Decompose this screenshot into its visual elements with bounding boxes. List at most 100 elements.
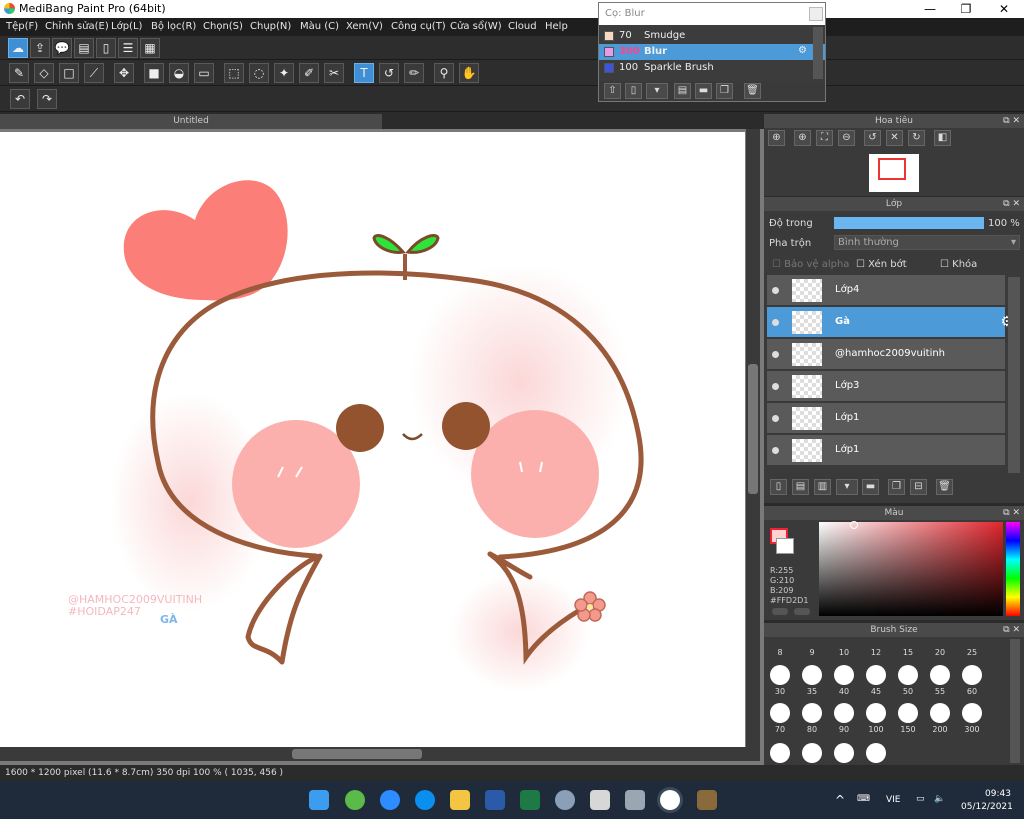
canvas-horizontal-scrollbar[interactable] xyxy=(0,747,760,761)
undo-icon[interactable]: ↶ xyxy=(10,89,30,109)
brush-size-cell[interactable]: 20 xyxy=(926,648,954,657)
navigator-viewport[interactable] xyxy=(878,158,906,180)
fit-icon[interactable]: ⛶ xyxy=(816,130,833,146)
keyboard-icon[interactable]: ⌨ xyxy=(857,794,870,804)
drawing-canvas[interactable]: @HAMHOC2009VUITINH #HOIDAP247 GÀ xyxy=(0,132,745,747)
hue-slider[interactable] xyxy=(1006,522,1020,616)
menu-file[interactable]: Tệp(F) xyxy=(6,21,38,32)
brush-size-cell[interactable]: 50 xyxy=(894,665,922,696)
visibility-eye-icon[interactable] xyxy=(772,383,779,390)
brush-item-smudge[interactable]: 70 Smudge xyxy=(599,28,825,44)
minimize-button[interactable]: — xyxy=(912,0,948,18)
cloud-icon[interactable]: ☁ xyxy=(8,38,28,58)
brush-size-cell[interactable]: 200 xyxy=(926,703,954,734)
zoom-in-icon[interactable]: ⊕ xyxy=(794,130,811,146)
visibility-eye-icon[interactable] xyxy=(772,319,779,326)
brush-size-cell[interactable]: 12 xyxy=(862,648,890,657)
panel-close-icon[interactable]: ⧉ ✕ xyxy=(1003,623,1020,637)
duplicate-layer-icon[interactable]: ❐ xyxy=(888,479,905,495)
brush-add-icon[interactable]: ▾ xyxy=(646,83,668,99)
grid-icon[interactable]: ▦ xyxy=(140,38,160,58)
layer-list-scrollbar[interactable] xyxy=(1008,277,1020,473)
magic-wand-icon[interactable]: ✦ xyxy=(274,63,294,83)
brush-size-cell[interactable] xyxy=(862,743,890,765)
brush-new-icon[interactable]: ▯ xyxy=(625,83,642,99)
excel-icon[interactable] xyxy=(520,790,540,810)
clock-time[interactable]: 09:43 xyxy=(985,789,1011,799)
zoom-out-icon[interactable]: ⊖ xyxy=(838,130,855,146)
zalo-icon[interactable] xyxy=(415,790,435,810)
rotate-right-icon[interactable]: ↻ xyxy=(908,130,925,146)
layer-row[interactable]: Lớp1 xyxy=(767,403,1005,434)
protect-alpha-checkbox[interactable]: ☐ Bảo vệ alpha xyxy=(772,259,849,270)
menu-edit[interactable]: Chỉnh sửa(E) xyxy=(45,21,109,32)
tray-chevron-icon[interactable]: ^ xyxy=(835,793,845,807)
brush-size-cell[interactable]: 70 xyxy=(766,703,794,734)
navigator-preview[interactable] xyxy=(869,154,919,192)
start-icon[interactable] xyxy=(309,790,329,810)
brush-cloud-icon[interactable]: ⇧ xyxy=(604,83,621,99)
document-tab[interactable]: Untitled xyxy=(0,114,382,129)
brush-size-cell[interactable]: 15 xyxy=(894,648,922,657)
menu-capture[interactable]: Chụp(N) xyxy=(250,21,291,32)
brush-list-scrollbar[interactable] xyxy=(813,27,823,79)
menu-color[interactable]: Màu (C) xyxy=(300,21,339,32)
page-icon[interactable]: ▯ xyxy=(96,38,116,58)
clipping-checkbox[interactable]: ☐ Xén bớt xyxy=(856,259,907,270)
brush-size-cell[interactable] xyxy=(798,743,826,765)
add-layer-menu-icon[interactable]: ▾ xyxy=(836,479,858,495)
rotate-left-icon[interactable]: ↺ xyxy=(864,130,881,146)
zoom-icon[interactable] xyxy=(380,790,400,810)
speech-bubble-icon[interactable]: 💬 xyxy=(52,38,72,58)
brush-size-cell[interactable]: 80 xyxy=(798,703,826,734)
scroll-thumb[interactable] xyxy=(748,364,758,494)
layer-row[interactable]: Gà ⚙ xyxy=(767,307,1013,338)
settings-icon[interactable] xyxy=(555,790,575,810)
brush-size-cell[interactable]: 150 xyxy=(894,703,922,734)
brush-item-sparkle[interactable]: 100 Sparkle Brush xyxy=(599,60,825,76)
curve-tool-icon[interactable]: ⟋ xyxy=(84,63,104,83)
menu-help[interactable]: Help xyxy=(545,21,568,32)
menu-filter[interactable]: Bộ lọc(R) xyxy=(151,21,196,32)
redo-icon[interactable]: ↷ xyxy=(37,89,57,109)
menu-layer[interactable]: Lớp(L) xyxy=(111,21,142,32)
text-tool-icon[interactable]: T xyxy=(354,63,374,83)
fill-shape-icon[interactable]: ■ xyxy=(144,63,164,83)
brush-item-blur[interactable]: 300 Blur ⚙ xyxy=(599,44,825,60)
eyedropper-icon[interactable]: ⚲ xyxy=(434,63,454,83)
move-tool-icon[interactable]: ✥ xyxy=(114,63,134,83)
brush-delete-icon[interactable]: 🗑 xyxy=(744,83,761,99)
zoom-in-icon[interactable]: ⊕ xyxy=(768,130,785,146)
brush-popup-close-icon[interactable] xyxy=(809,7,823,21)
comment-icon[interactable]: ▤ xyxy=(74,38,94,58)
merge-layer-icon[interactable]: ⊟ xyxy=(910,479,927,495)
brush-size-cell[interactable]: 300 xyxy=(958,703,986,734)
layer-row[interactable]: Lớp1 xyxy=(767,435,1005,466)
medibang-icon[interactable] xyxy=(660,790,680,810)
reset-view-icon[interactable]: ✕ xyxy=(886,130,903,146)
brush-size-cell[interactable] xyxy=(830,743,858,765)
scroll-thumb[interactable] xyxy=(292,749,422,759)
brush-size-cell[interactable]: 55 xyxy=(926,665,954,696)
language-indicator[interactable]: VIE xyxy=(886,795,901,805)
upload-icon[interactable]: ⇪ xyxy=(30,38,50,58)
brush-size-scrollbar[interactable] xyxy=(1010,639,1020,763)
select-rect-icon[interactable]: ⬚ xyxy=(224,63,244,83)
operation-tool-icon[interactable]: ↺ xyxy=(379,63,399,83)
layer-row[interactable]: Lớp3 xyxy=(767,371,1005,402)
new-8bit-layer-icon[interactable]: ▥ xyxy=(814,479,831,495)
brush-folder-icon[interactable]: ▬ xyxy=(695,83,712,99)
eraser-tool-icon[interactable]: ◇ xyxy=(34,63,54,83)
close-button[interactable]: ✕ xyxy=(986,0,1022,18)
chrome-canary-icon[interactable] xyxy=(345,790,365,810)
menu-view[interactable]: Xem(V) xyxy=(346,21,383,32)
brush-size-cell[interactable]: 10 xyxy=(830,648,858,657)
brush-size-cell[interactable]: 30 xyxy=(766,665,794,696)
visibility-eye-icon[interactable] xyxy=(772,351,779,358)
gradient-tool-icon[interactable]: ▭ xyxy=(194,63,214,83)
clock-date[interactable]: 05/12/2021 xyxy=(961,802,1013,812)
list-icon[interactable]: ☰ xyxy=(118,38,138,58)
layer-row[interactable]: Lớp4 xyxy=(767,275,1005,306)
opacity-slider[interactable] xyxy=(834,217,984,229)
brush-copy-icon[interactable]: ▤ xyxy=(674,83,691,99)
